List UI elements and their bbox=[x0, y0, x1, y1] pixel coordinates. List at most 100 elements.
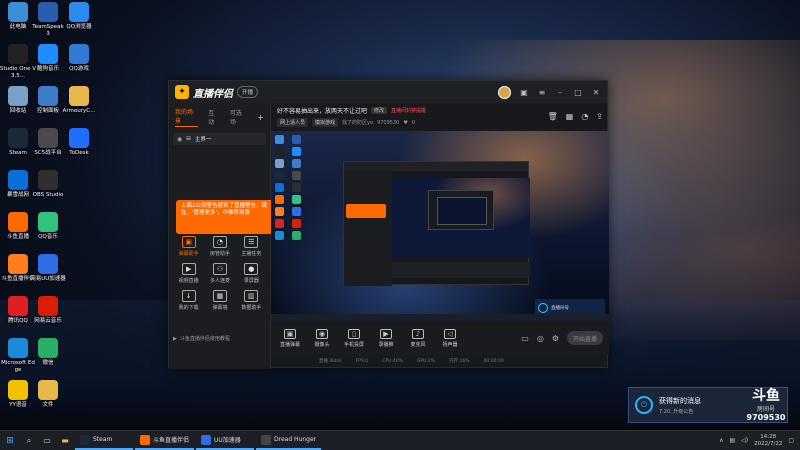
toast-subtitle: 7.20, 升级公告 bbox=[659, 408, 694, 415]
lock-icon[interactable]: ⊟ bbox=[186, 136, 191, 142]
source-control[interactable]: ▶ 录播推 bbox=[373, 328, 399, 348]
tool-item[interactable]: ▣ 弹幕助手 bbox=[173, 236, 204, 257]
add-scene-icon[interactable]: + bbox=[257, 113, 264, 122]
tool-label: 弹幕助手 bbox=[178, 251, 199, 257]
tool-label: 主播任务 bbox=[241, 251, 262, 257]
mic-icon: ♪ bbox=[412, 328, 424, 339]
notification-center-icon[interactable]: ▢ bbox=[788, 437, 794, 444]
toast-title: 获得新的消息 bbox=[659, 396, 701, 405]
volume-icon[interactable]: ◁) bbox=[741, 437, 748, 444]
clock[interactable]: 14:28 2022/7/22 bbox=[754, 434, 782, 448]
data-icon: ▥ bbox=[244, 290, 259, 302]
source-control[interactable]: ◉ 摄像头 bbox=[309, 328, 335, 348]
video-settings-icon[interactable]: ▭ bbox=[521, 334, 529, 343]
desktop-icon[interactable]: ArmouryC... bbox=[61, 86, 97, 115]
desktop-icon[interactable]: OBS Studio bbox=[30, 170, 66, 199]
tool-item[interactable]: ▶ 视频直播 bbox=[173, 263, 204, 284]
control-bar: ▣ 直播弹幕 ◉ 摄像头 ▯ 手机投屏 ▶ 录播推 ♪ 麦克风 ◁ 扬声器 ▭ ◎ ⚙ 开始直播 bbox=[271, 321, 609, 355]
search-icon[interactable]: ⌕ bbox=[21, 433, 37, 449]
control-label: 扬声器 bbox=[442, 341, 458, 348]
guide-tooltip[interactable]: 上面2公测警告提到了直播警告，现在，'管理更多'，中推荐场景 ✕ bbox=[176, 200, 284, 234]
qq-game-icon bbox=[69, 44, 89, 64]
menu-icon[interactable]: ≡ bbox=[537, 88, 547, 97]
chevron-up-icon[interactable]: ∧ bbox=[719, 437, 723, 444]
start-button[interactable]: ⊞ bbox=[0, 431, 20, 450]
yy-icon bbox=[8, 380, 28, 400]
desktop-icon-label: QQ游戏 bbox=[69, 66, 89, 72]
source-control[interactable]: ▯ 手机投屏 bbox=[341, 328, 367, 348]
play-icon: ▶ bbox=[380, 328, 392, 339]
skin-icon[interactable]: ▣ bbox=[519, 88, 529, 97]
tool-item[interactable]: ↓ 我的下载 bbox=[173, 290, 204, 311]
avatar[interactable] bbox=[498, 85, 511, 99]
bell-icon[interactable]: ◔ bbox=[581, 112, 588, 121]
douyu-companion-window[interactable]: ✦ 直播伴侣 开播 ▣ ≡ – □ ✕ 我的场景 互动 可选场 + ◉ ⊟ 主界… bbox=[168, 80, 609, 369]
source-control[interactable]: ♪ 麦克风 bbox=[405, 328, 431, 348]
tool-item[interactable]: ▥ 数据助手 bbox=[236, 290, 267, 311]
tutorial-link[interactable]: 斗鱼直播伴侣使用教程 bbox=[180, 335, 230, 342]
task-view-icon[interactable]: ▭ bbox=[39, 433, 55, 449]
scene-name: 主界一 bbox=[194, 137, 212, 143]
status-item: FPS:0 bbox=[355, 358, 369, 364]
source-controls: ▣ 直播弹幕 ◉ 摄像头 ▯ 手机投屏 ▶ 录播推 ♪ 麦克风 ◁ 扬声器 bbox=[277, 328, 463, 348]
desktop-icon-label: 暴雪战网 bbox=[6, 192, 29, 198]
tool-item[interactable]: ☰ 主播任务 bbox=[236, 236, 267, 257]
close-icon[interactable]: ✕ bbox=[591, 88, 601, 97]
tab-my-scenes[interactable]: 我的场景 bbox=[175, 107, 199, 127]
video-icon: ▶ bbox=[181, 263, 196, 275]
speaker-icon: ◁ bbox=[444, 328, 456, 339]
network-icon[interactable]: ▤ bbox=[729, 437, 735, 444]
tool-item[interactable]: ● 录屏器 bbox=[236, 263, 267, 284]
obs-icon bbox=[38, 170, 58, 190]
share-icon[interactable]: ⇪ bbox=[596, 112, 603, 121]
tool-item[interactable]: ⚇ 多人连麦 bbox=[204, 263, 235, 284]
desktop-icon[interactable]: ToDesk bbox=[61, 128, 97, 157]
live-title[interactable]: 好不容易抽出来，放两天不让过吧 bbox=[277, 106, 367, 115]
desktop-icon[interactable]: 网易云音乐 bbox=[30, 296, 66, 325]
desktop-icon-label: 文件 bbox=[42, 402, 54, 408]
tutorial-icon: ▶ bbox=[173, 335, 177, 342]
minimize-icon[interactable]: – bbox=[555, 88, 565, 97]
category-chip[interactable]: 网上适人员 bbox=[277, 118, 309, 127]
tab-optional[interactable]: 可选场 bbox=[230, 108, 247, 126]
scene-item[interactable]: ◉ ⊟ 主界一 bbox=[173, 133, 266, 145]
taskbar-app[interactable]: Dread Hunger bbox=[256, 432, 322, 450]
file-explorer-icon[interactable]: ▬ bbox=[57, 433, 73, 449]
start-live-button[interactable]: 开始直播 bbox=[567, 331, 603, 345]
qq-music-icon bbox=[38, 212, 58, 232]
source-control[interactable]: ◁ 扬声器 bbox=[437, 328, 463, 348]
desktop-icon[interactable]: QQ游戏 bbox=[61, 44, 97, 73]
desktop-icon-label: OBS Studio bbox=[32, 192, 64, 198]
desktop-icon-label: 网易云音乐 bbox=[34, 318, 62, 324]
tab-interact[interactable]: 互动 bbox=[208, 108, 220, 126]
desktop-icon[interactable]: 网易UU加速器 bbox=[30, 254, 66, 283]
tool-label: 多人连麦 bbox=[209, 278, 230, 284]
taskbar-app[interactable]: Steam bbox=[75, 432, 133, 450]
tool-item[interactable]: ▦ 弹幕墙 bbox=[204, 290, 235, 311]
maximize-icon[interactable]: □ bbox=[573, 88, 583, 97]
eye-icon[interactable]: ◉ bbox=[177, 136, 182, 143]
desktop-icon[interactable]: 文件 bbox=[30, 380, 66, 409]
trash-icon[interactable]: 🗑 bbox=[548, 112, 558, 121]
desktop-icon-label: 腾讯QQ bbox=[8, 318, 28, 324]
desktop-icon[interactable]: QQ音乐 bbox=[30, 212, 66, 241]
taskbar-app[interactable]: 斗鱼直播伴侣 bbox=[135, 432, 195, 450]
taskbar-app[interactable]: UU加速器 bbox=[196, 432, 255, 450]
gift-icon[interactable]: ▦ bbox=[566, 112, 574, 121]
header-icons: 🗑 ▦ ◔ ⇪ bbox=[548, 112, 603, 121]
battlenet-icon bbox=[8, 170, 28, 190]
settings-icon[interactable]: ⚙ bbox=[552, 334, 559, 343]
subcategory-chip[interactable]: 模拟游戏 bbox=[312, 118, 339, 127]
source-control[interactable]: ▣ 直播弹幕 bbox=[277, 328, 303, 348]
live-preview[interactable]: 直播间号 bbox=[271, 131, 609, 321]
desktop-icon[interactable]: QQ浏览器 bbox=[61, 2, 97, 31]
visibility-icon[interactable]: ◎ bbox=[537, 334, 544, 343]
multi-user-icon: ⚇ bbox=[212, 263, 227, 275]
desktop-icon[interactable]: 微信 bbox=[30, 338, 66, 367]
edit-title-button[interactable]: 修改 bbox=[371, 107, 388, 114]
app-titlebar[interactable]: ✦ 直播伴侣 开播 ▣ ≡ – □ ✕ bbox=[169, 81, 607, 103]
left-footer[interactable]: ▶ 斗鱼直播伴侣使用教程 bbox=[173, 335, 267, 343]
ban-warning[interactable]: 直播间封禁提醒 bbox=[391, 107, 426, 114]
app-badge[interactable]: 开播 bbox=[237, 86, 259, 98]
tool-item[interactable]: ◔ 房管助手 bbox=[204, 236, 235, 257]
